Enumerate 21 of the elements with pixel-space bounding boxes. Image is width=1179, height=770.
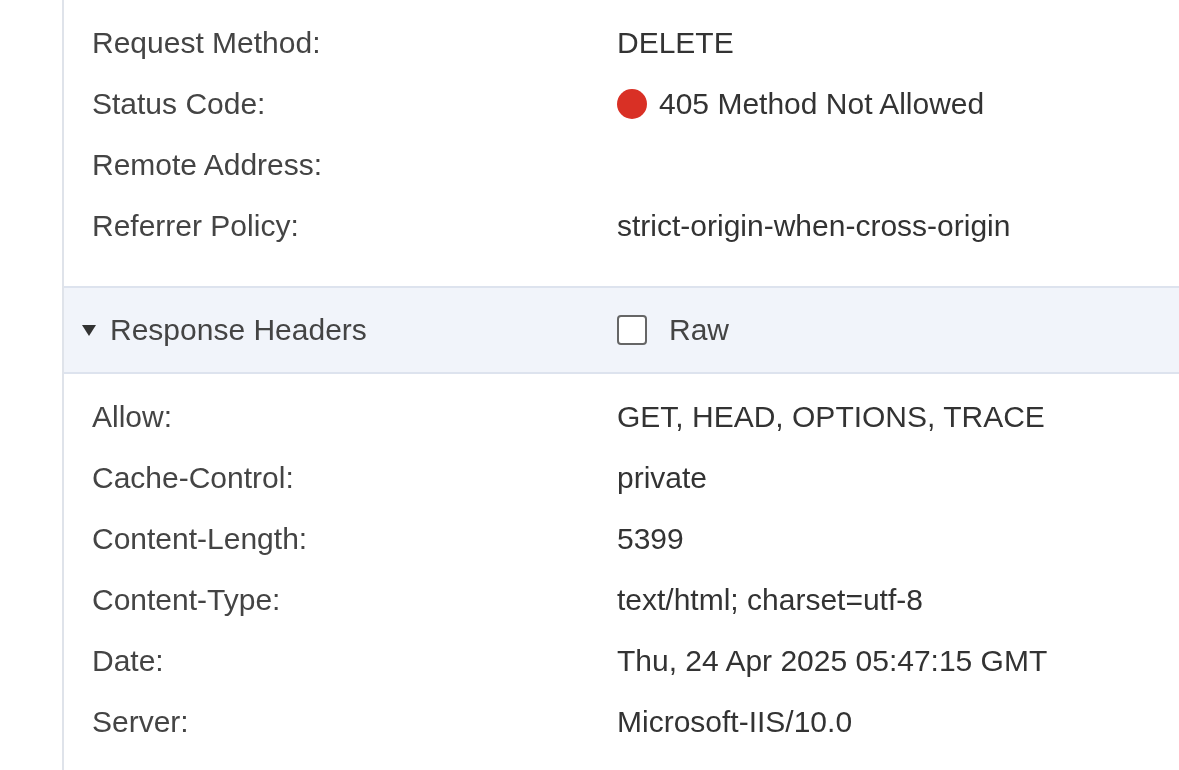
header-value: 405 Method Not Allowed xyxy=(659,86,985,121)
header-name: Status Code: xyxy=(92,86,267,121)
header-value: 5399 xyxy=(617,521,684,556)
section-toggle[interactable]: Response Headers xyxy=(82,313,617,347)
header-value: Thu, 24 Apr 2025 05:47:15 GMT xyxy=(617,643,1048,678)
header-value: GET, HEAD, OPTIONS, TRACE xyxy=(617,399,1045,434)
header-name: Remote Address: xyxy=(92,147,324,182)
header-name: Content-Length: xyxy=(92,521,309,556)
header-name: Referrer Policy: xyxy=(92,208,300,243)
header-value: private xyxy=(617,460,708,495)
header-name: Request Method: xyxy=(92,25,322,60)
header-value: strict-origin-when-cross-origin xyxy=(617,208,1011,243)
header-value: text/html; charset=utf-8 xyxy=(617,582,923,617)
header-value: DELETE xyxy=(617,25,734,60)
header-name: Allow: xyxy=(92,399,174,434)
header-name: Date: xyxy=(92,643,165,678)
header-name: Content-Type: xyxy=(92,582,282,617)
header-name: Cache-Control: xyxy=(92,460,295,495)
raw-checkbox[interactable]: Raw xyxy=(617,313,729,347)
header-name: Server: xyxy=(92,704,190,739)
header-value: Microsoft-IIS/10.0 xyxy=(617,704,853,739)
